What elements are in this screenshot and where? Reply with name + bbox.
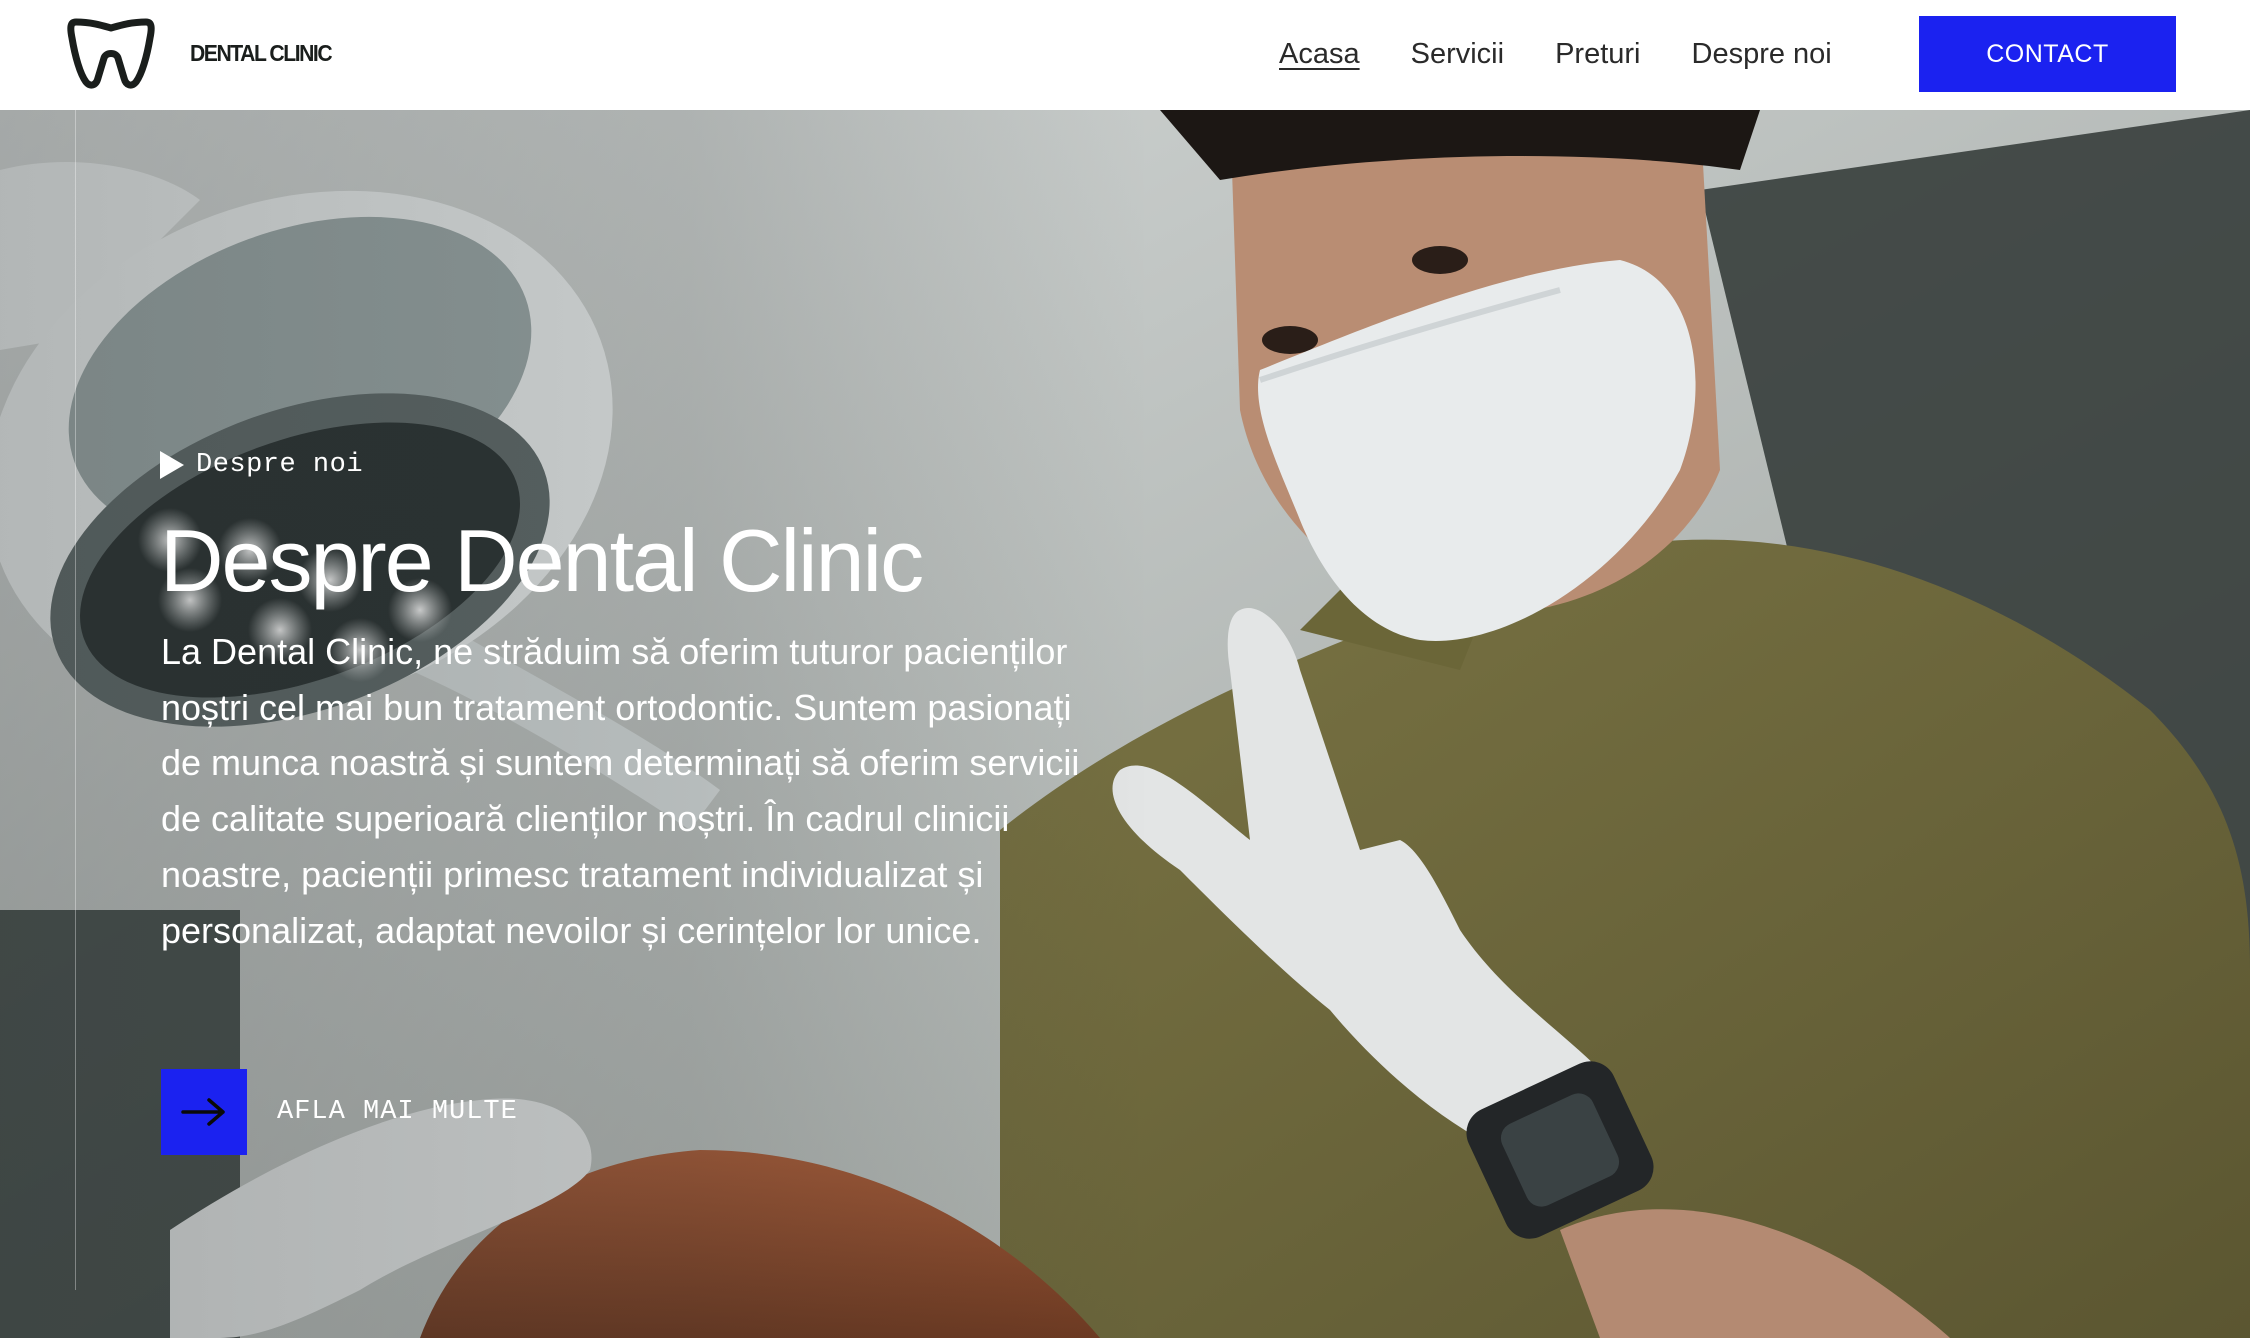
decorative-divider bbox=[75, 110, 76, 1290]
nav-item-preturi[interactable]: Preturi bbox=[1555, 34, 1640, 74]
learn-more-cta[interactable]: AFLA MAI MULTE bbox=[161, 1069, 518, 1155]
eyebrow-label: Despre noi bbox=[196, 450, 364, 480]
site-header: DENTAL CLINIC Acasa Servicii Preturi Des… bbox=[0, 0, 2250, 110]
nav-item-acasa[interactable]: Acasa bbox=[1279, 34, 1360, 74]
main-nav: Acasa Servicii Preturi Despre noi bbox=[1279, 34, 1883, 74]
hero-section: Despre noi Despre Dental Clinic La Denta… bbox=[0, 110, 2250, 1338]
arrow-right-icon bbox=[181, 1098, 225, 1126]
tooth-icon[interactable] bbox=[66, 14, 156, 90]
nav-item-despre-noi[interactable]: Despre noi bbox=[1692, 34, 1832, 74]
contact-button[interactable]: CONTACT bbox=[1919, 16, 2176, 92]
learn-more-label[interactable]: AFLA MAI MULTE bbox=[277, 1097, 518, 1127]
hero-title: Despre Dental Clinic bbox=[160, 511, 924, 610]
play-triangle-icon bbox=[160, 451, 184, 479]
hero-eyebrow: Despre noi bbox=[160, 450, 363, 480]
learn-more-button[interactable] bbox=[161, 1069, 247, 1155]
brand-name[interactable]: DENTAL CLINIC bbox=[190, 40, 333, 67]
nav-item-servicii[interactable]: Servicii bbox=[1411, 34, 1504, 74]
hero-description: La Dental Clinic, ne străduim să oferim … bbox=[161, 631, 1080, 951]
